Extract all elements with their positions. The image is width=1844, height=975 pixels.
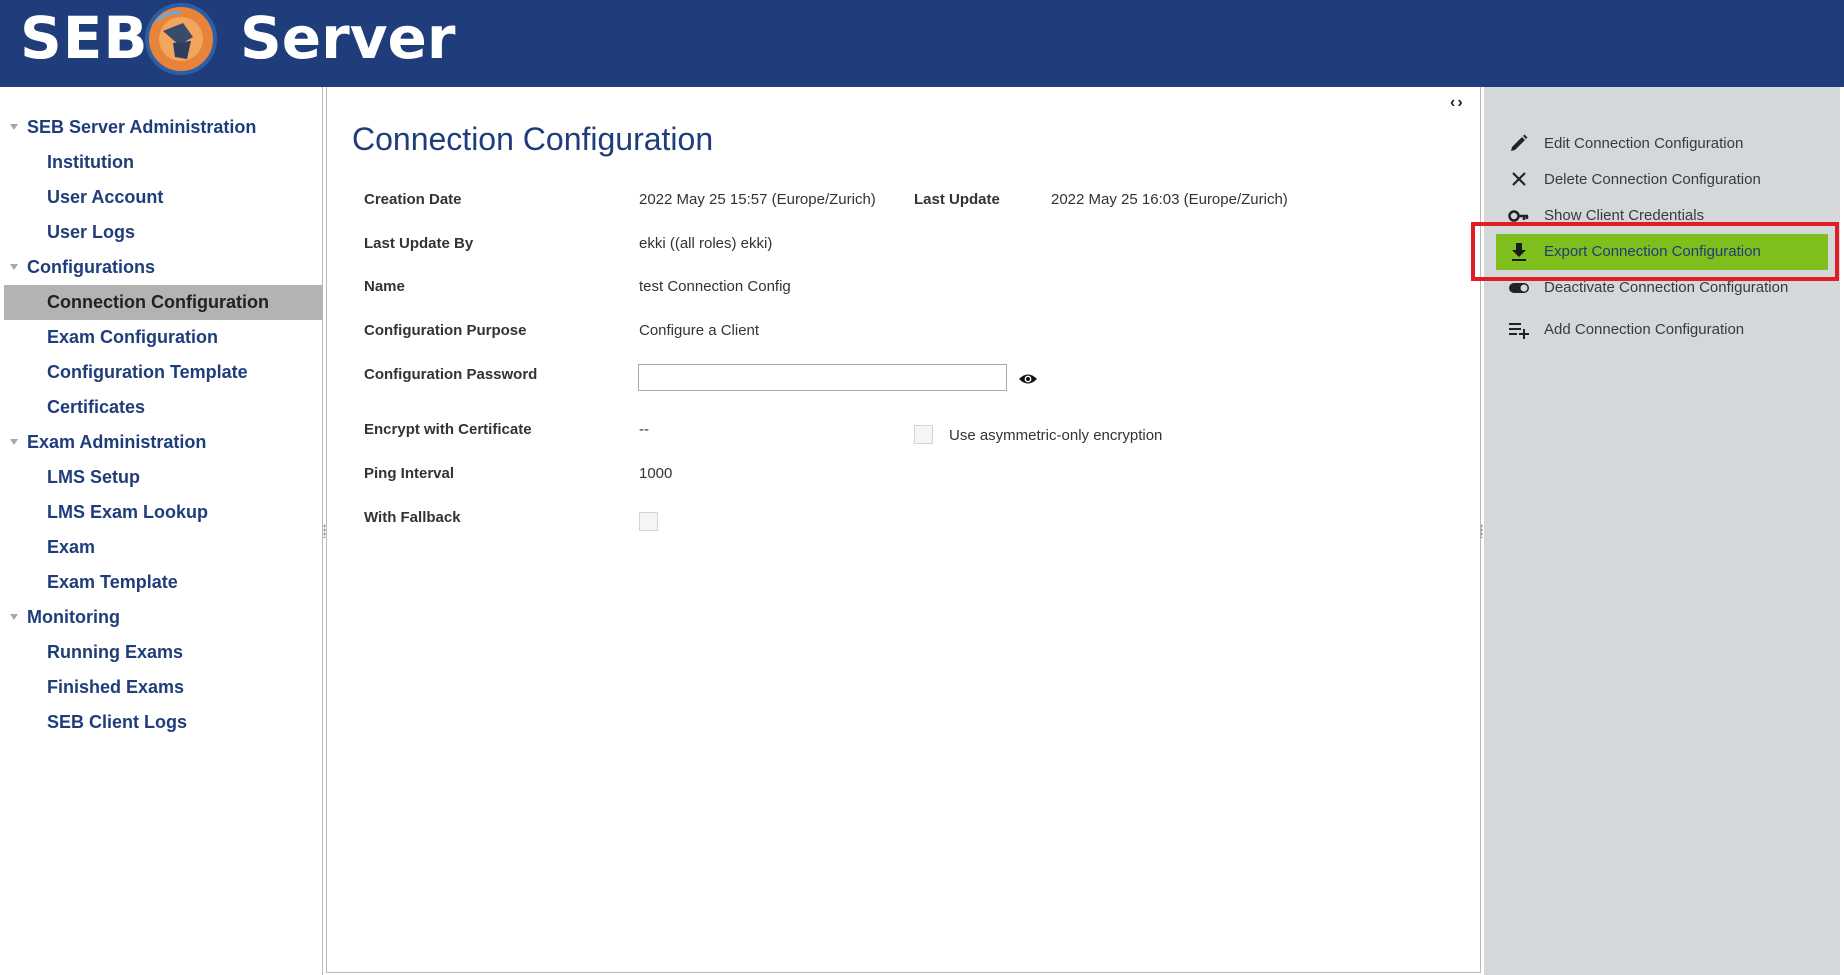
nav-item-certificates[interactable]: Certificates [4,390,322,425]
configuration-password-label: Configuration Password [364,366,538,383]
nav-section-monitoring[interactable]: Monitoring [4,600,322,635]
delete-connection-configuration-action[interactable]: Delete Connection Configuration [1496,162,1828,198]
nav-section-configurations[interactable]: Configurations [4,250,322,285]
close-icon [1512,172,1526,186]
encrypt-with-certificate-label: Encrypt with Certificate [364,421,532,438]
expand-triangle-icon[interactable] [10,264,18,270]
nav-item-lms-exam-lookup[interactable]: LMS Exam Lookup [4,495,322,530]
brand-text-seb: SEB [20,4,149,72]
nav-item-lms-setup[interactable]: LMS Setup [4,460,322,495]
seb-logo-icon [145,3,217,75]
nav-item-institution[interactable]: Institution [4,145,322,180]
eye-icon[interactable] [1018,372,1038,386]
configuration-password-input[interactable] [638,364,1007,391]
nav-item-running-exams[interactable]: Running Exams [4,635,322,670]
nav-section-label: Configurations [27,257,155,277]
nav-item-user-logs[interactable]: User Logs [4,215,322,250]
pencil-icon [1511,134,1528,151]
highlight-annotation-frame [1471,222,1839,281]
expand-triangle-icon[interactable] [10,614,18,620]
configuration-purpose-value: Configure a Client [639,322,760,339]
creation-date-value: 2022 May 25 15:57 (Europe/Zurich) [639,191,876,208]
last-update-by-value: ekki ((all roles) ekki) [639,235,773,252]
right-splitter-handle[interactable] [1480,524,1483,538]
last-update-value: 2022 May 25 16:03 (Europe/Zurich) [1051,191,1288,208]
nav-item-finished-exams[interactable]: Finished Exams [4,670,322,705]
nav-item-exam-configuration[interactable]: Exam Configuration [4,320,322,355]
edit-connection-configuration-action[interactable]: Edit Connection Configuration [1496,126,1828,162]
with-fallback-label: With Fallback [364,509,461,526]
nav-section-seb-server-administration[interactable]: SEB Server Administration [4,110,322,145]
nav-item-connection-configuration[interactable]: Connection Configuration [4,285,322,320]
main-content-panel [326,87,1481,973]
name-label: Name [364,278,405,295]
nav-item-seb-client-logs[interactable]: SEB Client Logs [4,705,322,740]
playlist-add-icon [1509,323,1529,339]
nav-item-exam-template[interactable]: Exam Template [4,565,322,600]
last-update-label: Last Update [914,191,1000,208]
configuration-purpose-label: Configuration Purpose [364,322,527,339]
sidebar-nav: SEB Server Administration Institution Us… [4,87,323,975]
page-title: Connection Configuration [352,121,714,157]
asymmetric-encryption-checkbox[interactable] [914,425,933,444]
nav-item-exam[interactable]: Exam [4,530,322,565]
action-label: Add Connection Configuration [1544,321,1745,338]
nav-section-label: SEB Server Administration [27,117,257,137]
nav-section-exam-administration[interactable]: Exam Administration [4,425,322,460]
ping-interval-label: Ping Interval [364,465,455,482]
creation-date-label: Creation Date [364,191,462,208]
asymmetric-encryption-label: Use asymmetric-only encryption [949,427,1163,444]
brand-text-server: Server [240,4,456,72]
action-label: Edit Connection Configuration [1544,135,1744,152]
toggle-icon [1509,283,1529,293]
action-label: Delete Connection Configuration [1544,171,1761,188]
nav-section-label: Monitoring [27,607,120,627]
expand-triangle-icon[interactable] [10,124,18,130]
ping-interval-value: 1000 [639,465,673,482]
last-update-by-label: Last Update By [364,235,474,252]
app-header: SEB Server [0,0,1844,87]
name-value: test Connection Config [639,278,791,295]
expand-triangle-icon[interactable] [10,439,18,445]
collapse-panels-toggle-icon[interactable]: ‹› [1450,94,1465,112]
with-fallback-checkbox[interactable] [639,512,658,531]
nav-section-label: Exam Administration [27,432,207,452]
nav-item-configuration-template[interactable]: Configuration Template [4,355,322,390]
encrypt-with-certificate-value: -- [639,421,649,438]
add-connection-configuration-action[interactable]: Add Connection Configuration [1496,312,1828,348]
nav-item-user-account[interactable]: User Account [4,180,322,215]
